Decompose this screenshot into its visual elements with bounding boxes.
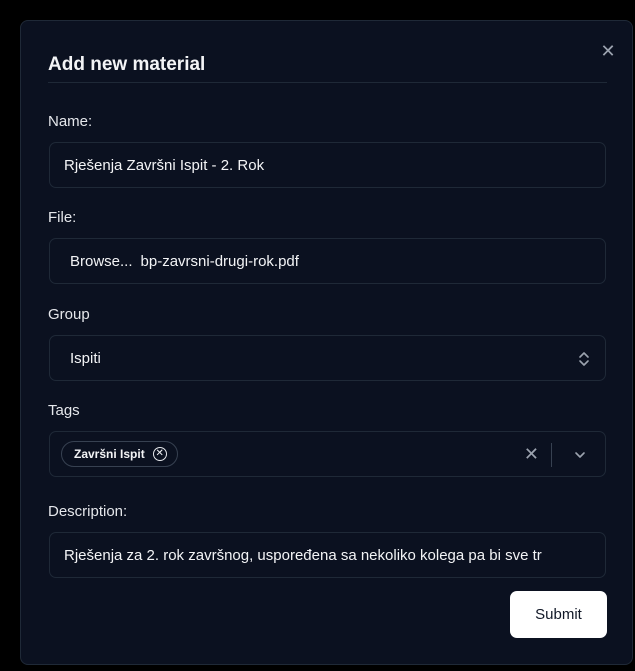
group-selected-value: Ispiti	[70, 349, 101, 367]
selected-file-name: bp-zavrsni-drugi-rok.pdf	[140, 252, 299, 270]
close-icon[interactable]: ✕	[524, 444, 539, 464]
tag-chip: Završni Ispit ✕	[61, 441, 178, 467]
tags-label: Tags	[48, 402, 80, 419]
chevron-down-icon[interactable]	[573, 445, 587, 465]
file-input[interactable]: Browse... bp-zavrsni-drugi-rok.pdf	[49, 238, 606, 284]
tags-divider	[551, 443, 552, 467]
group-select[interactable]: Ispiti	[49, 335, 606, 381]
browse-button[interactable]: Browse...	[50, 253, 141, 270]
chevron-up-down-icon	[579, 352, 589, 366]
description-label: Description:	[48, 503, 128, 520]
title-divider	[48, 82, 607, 83]
name-label: Name:	[48, 113, 93, 130]
circle-x-icon[interactable]: ✕	[152, 447, 167, 461]
group-label: Group	[48, 306, 90, 323]
tags-multiselect[interactable]: Završni Ispit ✕ ✕	[49, 431, 606, 477]
file-label: File:	[48, 209, 77, 226]
description-input[interactable]: Rješenja za 2. rok završnog, uspoređena …	[49, 532, 606, 578]
description-input-value: Rješenja za 2. rok završnog, uspoređena …	[64, 546, 542, 564]
modal-title: Add new material	[48, 54, 206, 75]
tag-chip-label: Završni Ispit	[74, 447, 145, 461]
name-input-value: Rješenja Završni Ispit - 2. Rok	[64, 156, 265, 174]
add-material-modal: ✕ Add new material Name: Rješenja Završn…	[20, 20, 633, 665]
submit-button[interactable]: Submit	[510, 591, 607, 638]
close-icon[interactable]: ✕	[598, 41, 618, 61]
name-input[interactable]: Rješenja Završni Ispit - 2. Rok	[49, 142, 606, 188]
